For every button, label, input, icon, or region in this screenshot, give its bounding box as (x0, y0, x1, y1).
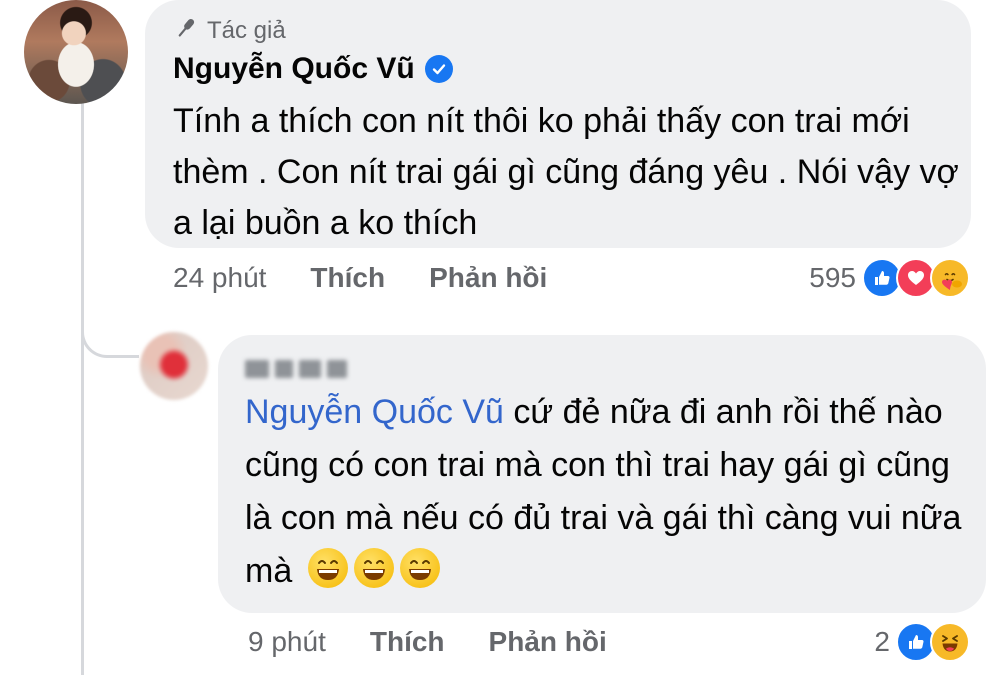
commenter-name[interactable]: Nguyễn Quốc Vũ (173, 52, 453, 86)
reply-reaction-summary[interactable]: 2 (874, 622, 970, 662)
comment-timestamp[interactable]: 24 phút (173, 262, 266, 294)
reply-author-avatar[interactable] (140, 332, 208, 400)
haha-icon (930, 622, 970, 662)
commenter-name-text[interactable]: Nguyễn Quốc Vũ (173, 52, 415, 86)
reply-reply-button[interactable]: Phản hồi (489, 626, 607, 658)
thread-line (81, 100, 84, 675)
author-avatar[interactable] (24, 0, 128, 104)
reaction-count: 595 (809, 262, 856, 293)
thread-connector (81, 290, 139, 358)
care-icon (930, 258, 970, 298)
reply-text: Nguyễn Quốc Vũ cứ đẻ nữa đi anh rồi thế … (245, 386, 965, 598)
like-button[interactable]: Thích (310, 262, 385, 294)
grinning-emoji (353, 548, 394, 588)
grinning-emoji (307, 548, 348, 588)
author-badge-label: Tác giả (207, 17, 286, 44)
reply-author-name-blurred (245, 356, 355, 382)
comment-actions: 24 phút Thích Phản hồi (173, 262, 547, 294)
reply-button[interactable]: Phản hồi (429, 262, 547, 294)
reaction-summary[interactable]: 595 (809, 258, 970, 298)
reply-like-button[interactable]: Thích (370, 626, 445, 658)
verified-badge-icon (424, 55, 453, 83)
reply-timestamp[interactable]: 9 phút (248, 626, 326, 658)
comment-text: Tính a thích con nít thôi ko phải thấy c… (173, 102, 959, 242)
author-badge: Tác giả (173, 14, 286, 48)
grinning-emoji (399, 548, 440, 588)
reply-actions: 9 phút Thích Phản hồi (248, 626, 607, 658)
microphone-icon (173, 15, 199, 48)
reply-reaction-count: 2 (874, 626, 890, 657)
mention-link[interactable]: Nguyễn Quốc Vũ (245, 393, 504, 431)
